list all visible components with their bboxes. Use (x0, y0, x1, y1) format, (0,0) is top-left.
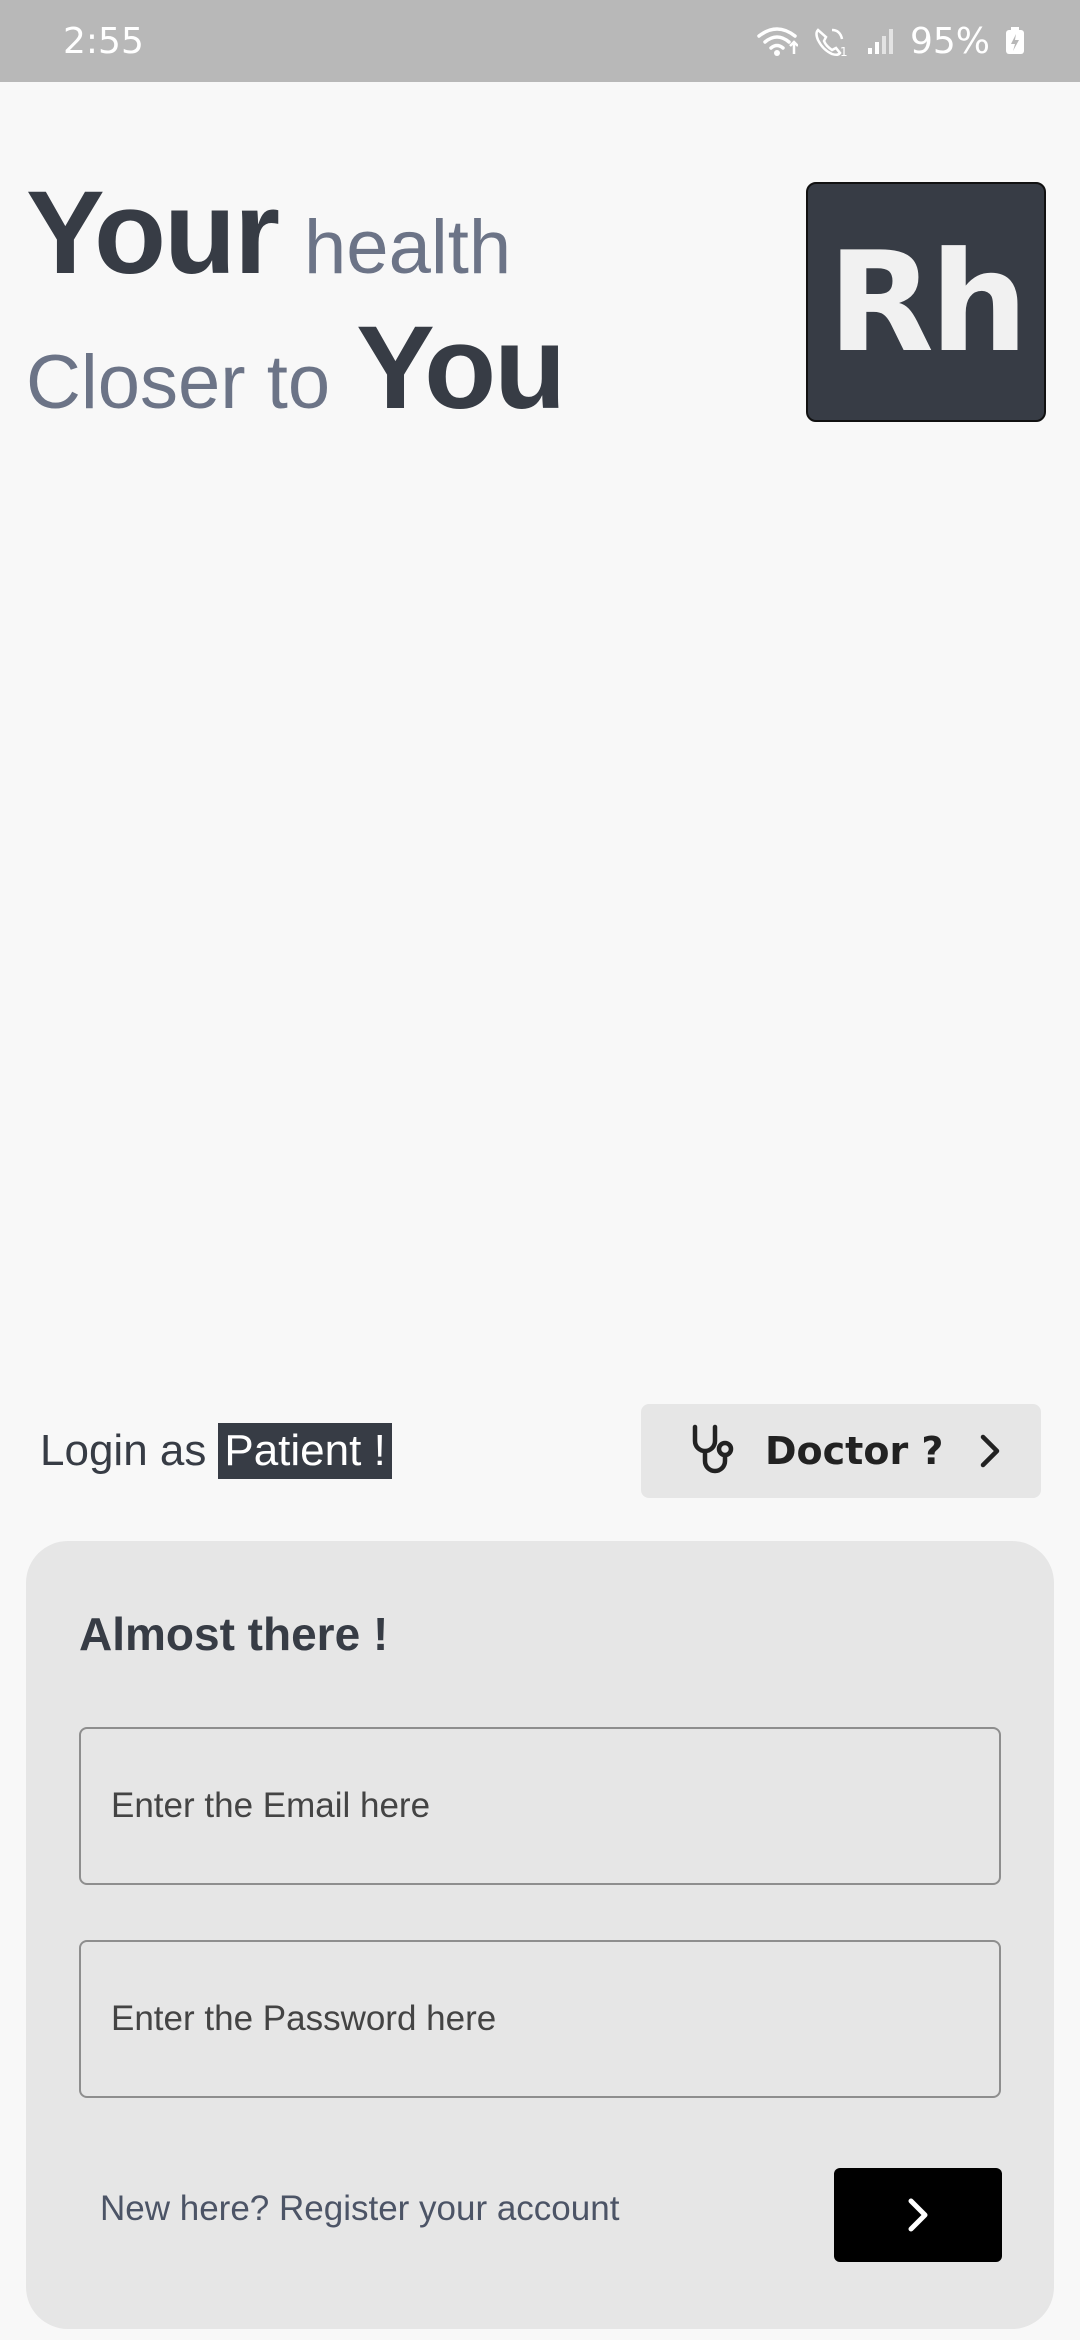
status-icons: 1 95% (756, 21, 1026, 62)
login-role-label: Login as Patient ! (40, 1420, 392, 1482)
battery-charging-icon (1006, 27, 1024, 54)
login-role-patient: Patient ! (218, 1423, 392, 1479)
password-field[interactable] (79, 1940, 1001, 2098)
wifi-icon (757, 27, 798, 56)
tagline-your: Your (26, 167, 280, 299)
wifi-calling-icon: 1 (815, 28, 848, 58)
login-submit-button[interactable] (834, 2168, 1002, 2262)
chevron-right-icon (981, 1434, 1000, 1468)
doctor-button-label: Doctor ? (765, 1429, 944, 1473)
tagline-line-1: Your health (26, 165, 586, 300)
stethoscope-icon (692, 1424, 734, 1474)
app-logo: Rh (806, 182, 1046, 422)
login-as-prefix: Login as (40, 1426, 207, 1475)
tagline-health: health (304, 205, 512, 290)
chevron-right-icon (908, 2198, 928, 2232)
tagline-you: You (356, 302, 566, 434)
logo-text: Rh (827, 221, 1029, 383)
login-card-title: Almost there ! (79, 1608, 389, 1660)
tagline-line-2: Closer to You (26, 300, 586, 440)
register-link[interactable]: New here? Register your account (100, 2189, 619, 2229)
tagline-closer-to: Closer to (26, 340, 331, 425)
switch-to-doctor-button[interactable]: Doctor ? (641, 1404, 1041, 1498)
battery-percent: 95% (909, 20, 990, 62)
login-card: Almost there ! New here? Register your a… (26, 1541, 1054, 2329)
hero-tagline: Your health Closer to You (26, 165, 586, 440)
status-time: 2:55 (63, 20, 144, 62)
status-bar: 2:55 1 95% (0, 0, 1080, 82)
svg-text:1: 1 (840, 45, 848, 58)
signal-icon (867, 29, 893, 54)
email-field[interactable] (79, 1727, 1001, 1885)
